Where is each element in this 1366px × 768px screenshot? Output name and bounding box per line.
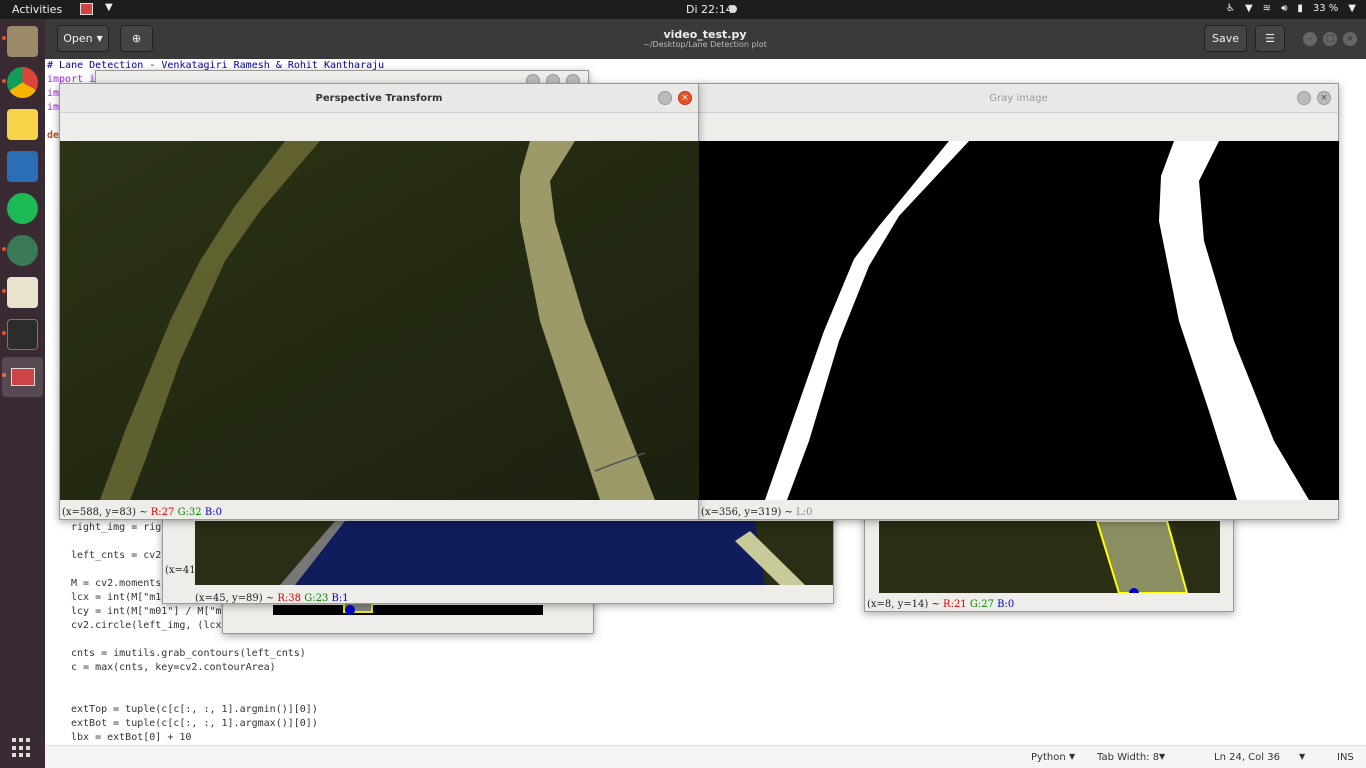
active-app-icon[interactable] xyxy=(80,3,93,15)
code-line: right_img = rig xyxy=(71,522,162,533)
accessibility-icon[interactable]: ♿ xyxy=(1226,3,1235,14)
window-image xyxy=(273,601,543,615)
minimize-icon[interactable] xyxy=(658,91,672,105)
editor-status-bar: Python ▼ Tab Width: 8 ▼ Ln 24, Col 36 ▼ … xyxy=(45,745,1366,768)
spotify-icon[interactable] xyxy=(7,193,38,224)
code-line: de xyxy=(47,130,60,141)
chevron-down-icon: ▼ xyxy=(96,34,103,43)
minimize-icon[interactable] xyxy=(1297,91,1311,105)
system-menu-chevron-icon[interactable]: ▼ xyxy=(1348,3,1356,14)
dock xyxy=(0,19,45,768)
code-line: c = max(cnts, key=cv2.contourArea) xyxy=(71,662,276,673)
code-line: extTop = tuple(c[c[:, :, 1].argmin()][0]… xyxy=(71,704,318,715)
close-icon[interactable]: × xyxy=(678,91,692,105)
window-image xyxy=(879,521,1220,593)
close-icon[interactable]: × xyxy=(1317,91,1331,105)
chevron-down-icon[interactable]: ▼ xyxy=(1245,3,1253,14)
code-line: left_cnts = cv2 xyxy=(71,550,162,561)
perspective-transform-window[interactable]: Perspective Transform × (x=588, y=83) ~ … xyxy=(59,83,699,520)
wifi-icon[interactable]: ≋ xyxy=(1263,3,1271,14)
chrome-icon[interactable] xyxy=(7,67,38,98)
chevron-down-icon[interactable]: ▼ xyxy=(1299,752,1305,761)
code-line: cnts = imutils.grab_contours(left_cnts) xyxy=(71,648,306,659)
cursor-position[interactable]: Ln 24, Col 36 xyxy=(1214,752,1280,763)
atom-icon[interactable] xyxy=(7,235,38,266)
save-label: Save xyxy=(1211,32,1239,45)
open-label: Open xyxy=(63,32,93,45)
code-line: im xyxy=(47,102,60,113)
code-line: extBot = tuple(c[c[:, :, 1].argmax()][0]… xyxy=(71,718,318,729)
background-window[interactable]: (x=41 (x=45, y=89) ~ R:38 G:23 B:1 xyxy=(162,510,834,604)
minimize-icon[interactable]: – xyxy=(1303,32,1317,46)
insert-mode: INS xyxy=(1337,752,1354,763)
code-line: lbx = extBot[0] + 10 xyxy=(71,732,192,743)
text-editor-icon[interactable] xyxy=(7,277,38,308)
chevron-down-icon[interactable]: ▼ xyxy=(1159,752,1165,761)
gray-image xyxy=(699,141,1339,500)
battery-icon[interactable]: ▮ xyxy=(1297,3,1303,14)
maximize-icon[interactable]: □ xyxy=(1323,32,1337,46)
pixel-readout: (x=41 xyxy=(165,565,196,576)
code-line: cv2.circle(left_img, (lcx xyxy=(71,620,222,631)
menu-button[interactable]: ☰ xyxy=(1255,25,1285,52)
code-line: im xyxy=(47,88,60,99)
files-icon[interactable] xyxy=(7,26,38,57)
notification-dot-icon xyxy=(729,5,737,13)
new-document-button[interactable]: ⊕ xyxy=(120,25,153,52)
system-tray[interactable]: ♿ ▼ ≋ 🔊︎ ▮ 33 % ▼ xyxy=(1226,3,1356,14)
show-applications-icon[interactable] xyxy=(12,738,32,758)
language-selector[interactable]: Python xyxy=(1031,752,1066,763)
pixel-readout: (x=588, y=83) ~ R:27 G:32 B:0 xyxy=(62,507,222,518)
hamburger-icon: ☰ xyxy=(1265,32,1275,45)
window-title: Perspective Transform xyxy=(60,84,698,113)
battery-percent: 33 % xyxy=(1312,3,1339,14)
chevron-down-icon[interactable]: ▼ xyxy=(1069,752,1075,761)
top-bar: Activities ▼ Di 22:14 ♿ ▼ ≋ 🔊︎ ▮ 33 % ▼ xyxy=(0,0,1366,19)
tab-width-selector[interactable]: Tab Width: 8 xyxy=(1097,752,1159,763)
code-line: lcy = int(M["m01"] / M["m xyxy=(71,606,222,617)
save-button[interactable]: Save xyxy=(1204,25,1247,52)
editor-header-bar: Open ▼ ⊕ video_test.py ~/Desktop/Lane De… xyxy=(45,19,1366,59)
notes-icon[interactable] xyxy=(7,109,38,140)
window-title: Gray image xyxy=(699,84,1338,113)
opencv-window-icon[interactable] xyxy=(2,357,43,397)
writer-icon[interactable] xyxy=(7,151,38,182)
document-path: ~/Desktop/Lane Detection plot xyxy=(643,40,767,49)
pixel-readout: (x=356, y=319) ~ L:0 xyxy=(701,507,813,518)
background-window[interactable]: (x=8, y=14) ~ R:21 G:27 B:0 xyxy=(864,510,1234,612)
activities-button[interactable]: Activities xyxy=(12,3,62,16)
clock[interactable]: Di 22:14 xyxy=(686,3,733,16)
pixel-readout: (x=45, y=89) ~ R:38 G:23 B:1 xyxy=(195,593,349,604)
gray-image-window[interactable]: Gray image × (x=356, y=319) ~ L:0 xyxy=(698,83,1339,520)
app-menu-chevron-icon[interactable]: ▼ xyxy=(105,2,113,13)
close-icon[interactable]: × xyxy=(1343,32,1357,46)
perspective-image xyxy=(60,141,699,500)
pixel-readout: (x=8, y=14) ~ R:21 G:27 B:0 xyxy=(867,599,1015,610)
open-button[interactable]: Open ▼ xyxy=(57,25,109,52)
window-image xyxy=(195,521,833,585)
terminal-icon[interactable] xyxy=(7,319,38,350)
new-tab-icon: ⊕ xyxy=(131,32,142,45)
volume-icon[interactable]: 🔊︎ xyxy=(1281,3,1287,14)
